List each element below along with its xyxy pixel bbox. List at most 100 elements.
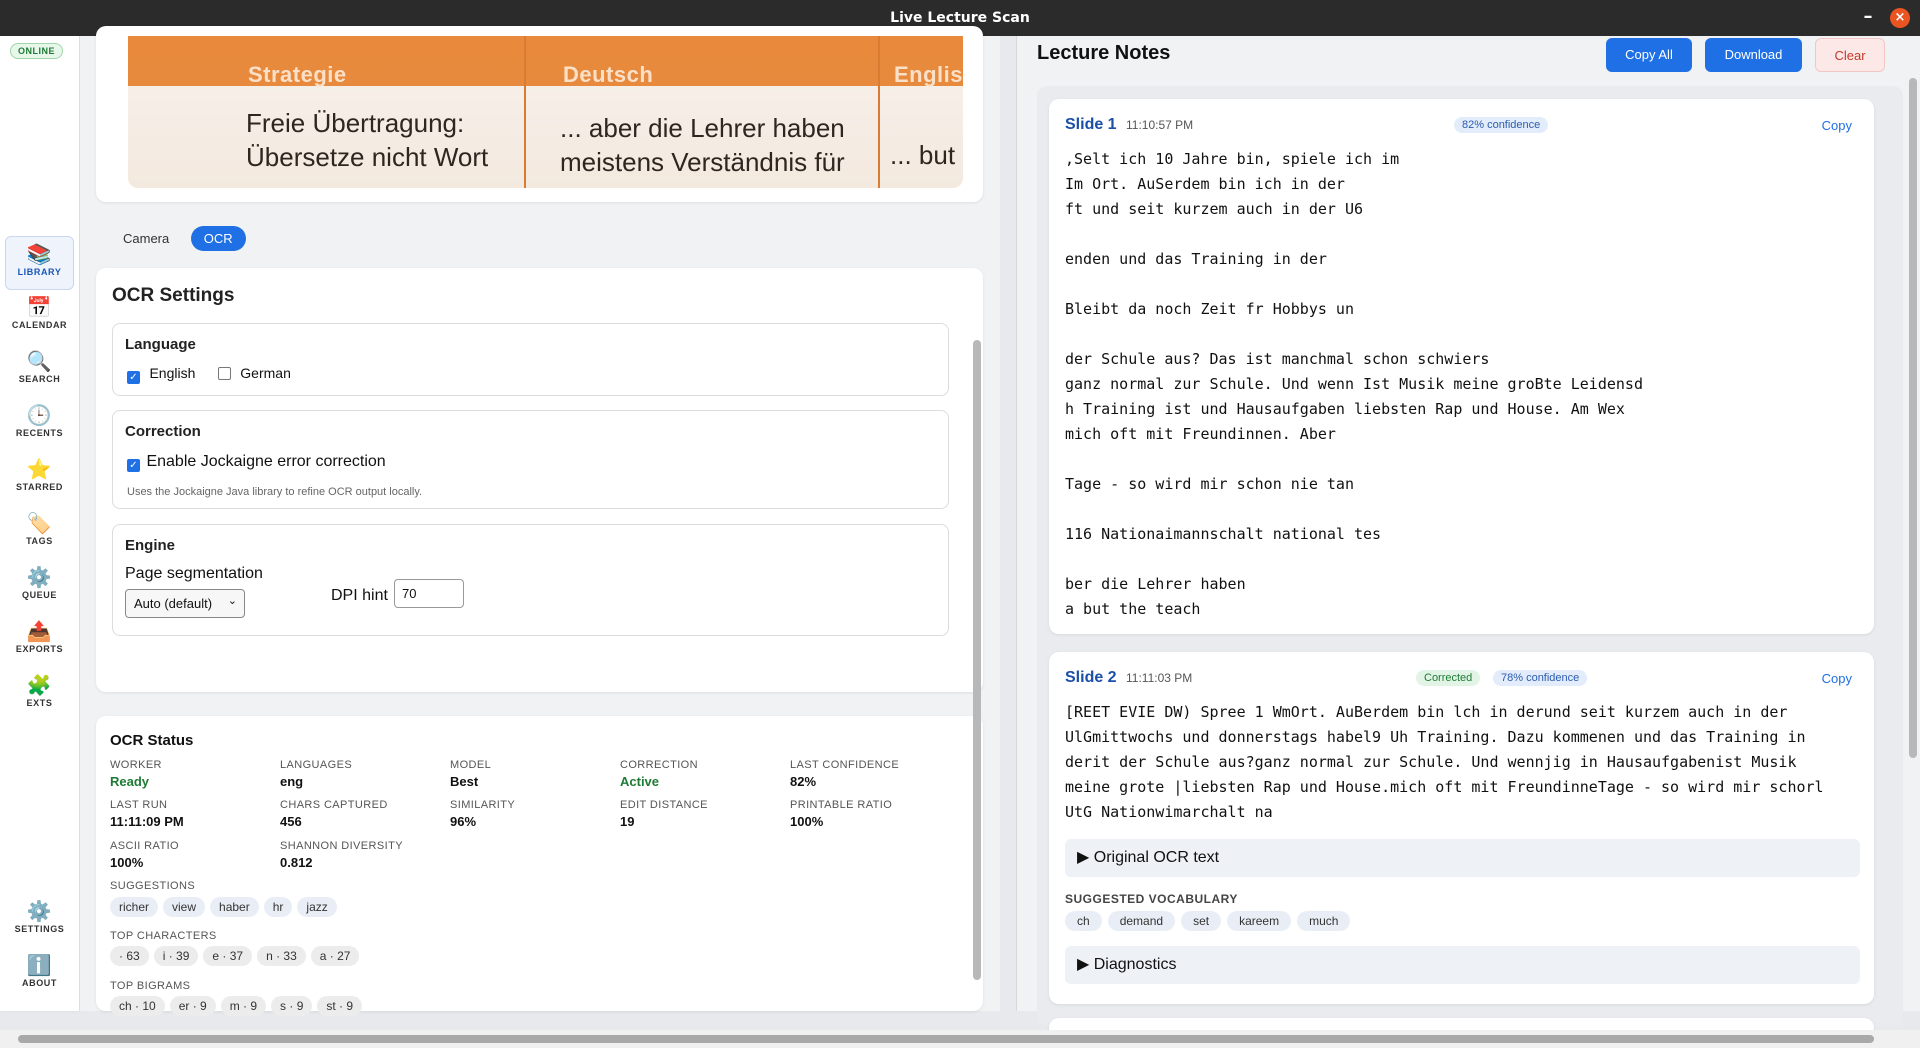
- copy-all-button[interactable]: Copy All: [1606, 38, 1692, 72]
- column-heading: Strategie: [248, 62, 347, 87]
- slide-title: Slide 1: [1065, 116, 1117, 133]
- dpi-input[interactable]: 70: [394, 579, 464, 608]
- model-value: Best: [450, 774, 479, 789]
- segmentation-select[interactable]: Auto (default) ⌄: [125, 589, 245, 618]
- bigram-chip: ch · 10: [110, 996, 165, 1016]
- sidebar-item-recents[interactable]: 🕒 RECENTS: [5, 398, 74, 452]
- ascii-ratio-value: 100%: [110, 855, 144, 870]
- suggestion-chip[interactable]: richer: [110, 897, 159, 917]
- slide-text: [REET EVIE DW) Spree 1 WmOrt. AuBerdem b…: [1065, 703, 1824, 821]
- camera-text: ... aber die Lehrer haben: [560, 113, 845, 143]
- top-characters: · 63 i · 39 e · 37 n · 33 a · 27: [110, 946, 364, 966]
- lecture-notes-title: Lecture Notes: [1037, 42, 1171, 64]
- char-chip: n · 33: [257, 946, 306, 966]
- tab-camera[interactable]: Camera: [110, 226, 182, 251]
- confidence-badge: 78% confidence: [1493, 670, 1588, 686]
- stat-label: ASCII RATIO: [110, 840, 179, 852]
- calendar-icon: 📅: [26, 295, 53, 319]
- camera-text: meistens Verständnis für: [560, 147, 845, 177]
- sidebar-item-starred[interactable]: ⭐ STARRED: [5, 452, 74, 506]
- segmentation-value: Auto (default): [134, 596, 213, 611]
- sidebar-item-queue[interactable]: ⚙️ QUEUE: [5, 560, 74, 614]
- stat-label: TOP CHARACTERS: [110, 930, 217, 942]
- sidebar-item-tags[interactable]: 🏷️ TAGS: [5, 506, 74, 560]
- english-checkbox[interactable]: ✓: [127, 371, 140, 384]
- sidebar-item-search[interactable]: 🔍 SEARCH: [5, 344, 74, 398]
- vocabulary-title: SUGGESTED VOCABULARY: [1065, 892, 1238, 906]
- vocab-chip[interactable]: ch: [1065, 911, 1102, 931]
- right-scrollbar-thumb[interactable]: [1909, 78, 1917, 758]
- sidebar-item-label: QUEUE: [21, 590, 57, 600]
- stat-label: PRINTABLE RATIO: [790, 799, 893, 811]
- sidebar-item-about[interactable]: ℹ️ ABOUT: [5, 948, 74, 1002]
- char-chip: i · 39: [153, 946, 199, 966]
- language-section: Language ✓ English German: [112, 323, 949, 396]
- camera-text: ... but: [890, 140, 956, 170]
- slide-time: 11:10:57 PM: [1126, 118, 1194, 132]
- horizontal-scrollbar-thumb[interactable]: [18, 1035, 1874, 1043]
- vocab-chip[interactable]: much: [1297, 911, 1351, 931]
- stat-label: LANGUAGES: [280, 759, 353, 771]
- sidebar-item-settings[interactable]: ⚙️ SETTINGS: [5, 894, 74, 948]
- sidebar-item-label: TAGS: [26, 536, 53, 546]
- vocab-chip[interactable]: demand: [1107, 911, 1176, 931]
- stat-label: LAST CONFIDENCE: [790, 759, 900, 771]
- gear-icon: ⚙️: [26, 899, 53, 923]
- last-run-value: 11:11:09 PM: [110, 814, 184, 829]
- stat-label: EDIT DISTANCE: [620, 799, 708, 811]
- bigram-chip: st · 9: [317, 996, 363, 1016]
- section-title: Correction: [125, 423, 201, 440]
- sidebar-item-exports[interactable]: 📤 EXPORTS: [5, 614, 74, 668]
- suggestion-chip[interactable]: hr: [263, 897, 293, 917]
- edit-distance-value: 19: [620, 814, 635, 829]
- copy-slide-button[interactable]: Copy: [1822, 118, 1852, 133]
- sidebar-item-label: SEARCH: [18, 374, 61, 384]
- sidebar-item-label: EXTS: [26, 698, 53, 708]
- download-button[interactable]: Download: [1705, 38, 1802, 72]
- diagnostics-toggle[interactable]: ▶ Diagnostics: [1065, 946, 1860, 984]
- copy-slide-button[interactable]: Copy: [1822, 671, 1852, 686]
- sidebar-item-library[interactable]: 📚 LIBRARY: [5, 236, 74, 290]
- star-icon: ⭐: [26, 457, 53, 481]
- german-label: German: [240, 365, 291, 381]
- clock-icon: 🕒: [26, 403, 53, 427]
- stat-label: MODEL: [450, 759, 492, 771]
- corrected-badge: Corrected: [1416, 670, 1481, 686]
- sidebar: ONLINE 📚 LIBRARY 📅 CALENDAR 🔍 SEARCH 🕒 R…: [0, 36, 80, 1011]
- original-ocr-toggle[interactable]: ▶ Original OCR text: [1065, 839, 1860, 877]
- stat-label: SIMILARITY: [450, 799, 516, 811]
- clear-button[interactable]: Clear: [1815, 38, 1885, 72]
- close-button[interactable]: ×: [1890, 8, 1910, 28]
- suggestion-chip[interactable]: jazz: [297, 897, 337, 917]
- char-chip: a · 27: [310, 946, 360, 966]
- sidebar-item-calendar[interactable]: 📅 CALENDAR: [5, 290, 74, 344]
- ocr-settings-card: OCR Settings Language ✓ English German C…: [96, 268, 983, 692]
- gear-icon: ⚙️: [26, 565, 53, 589]
- outbox-icon: 📤: [26, 619, 53, 643]
- char-chip: · 63: [110, 946, 149, 966]
- stat-label: SUGGESTIONS: [110, 880, 196, 892]
- sidebar-item-label: CALENDAR: [11, 320, 68, 330]
- vocab-chip[interactable]: kareem: [1227, 911, 1292, 931]
- left-scrollbar-thumb[interactable]: [973, 340, 981, 980]
- suggestion-chip[interactable]: haber: [210, 897, 259, 917]
- sidebar-item-label: EXPORTS: [15, 644, 64, 654]
- minimize-button[interactable]: –: [1858, 0, 1878, 36]
- sidebar-item-exts[interactable]: 🧩 EXTS: [5, 668, 74, 722]
- vocab-chip[interactable]: set: [1181, 911, 1222, 931]
- sidebar-item-label: STARRED: [15, 482, 64, 492]
- correction-section: Correction ✓ Enable Jockaigne error corr…: [112, 410, 949, 509]
- jockaigne-checkbox[interactable]: ✓: [127, 459, 140, 472]
- suggestion-chip[interactable]: view: [163, 897, 206, 917]
- german-checkbox[interactable]: [217, 367, 231, 380]
- bigram-chip: er · 9: [169, 996, 216, 1016]
- ocr-panel: Strategie Deutsch Englis Freie Übertragu…: [80, 26, 1000, 1016]
- stat-label: SHANNON DIVERSITY: [280, 840, 403, 852]
- worker-status: Ready: [110, 774, 150, 789]
- last-confidence-value: 82%: [790, 774, 817, 789]
- tab-ocr[interactable]: OCR: [190, 226, 246, 251]
- sidebar-item-label: SETTINGS: [14, 924, 65, 934]
- vocabulary-chips: ch demand set kareem much: [1065, 911, 1356, 931]
- stat-label: CORRECTION: [620, 759, 698, 771]
- stat-label: TOP BIGRAMS: [110, 980, 191, 992]
